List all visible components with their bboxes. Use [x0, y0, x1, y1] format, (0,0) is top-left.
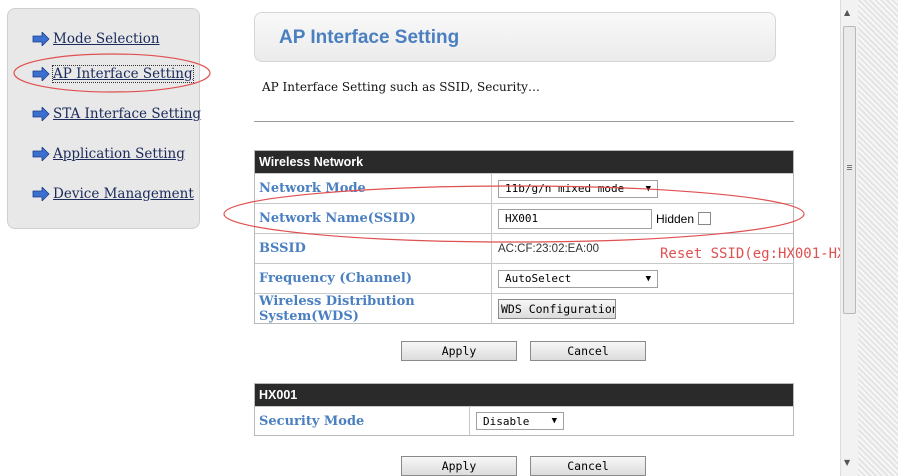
highlight-ellipse	[223, 185, 805, 243]
scrollbar-thumb[interactable]	[843, 26, 856, 314]
background-pattern	[858, 0, 898, 476]
grip-icon	[847, 165, 852, 166]
scroll-up-icon[interactable]: ▲	[844, 8, 850, 17]
annotation-overlay	[13, 53, 805, 243]
scroll-down-icon[interactable]: ▼	[844, 458, 850, 467]
highlight-ellipse	[13, 53, 211, 93]
